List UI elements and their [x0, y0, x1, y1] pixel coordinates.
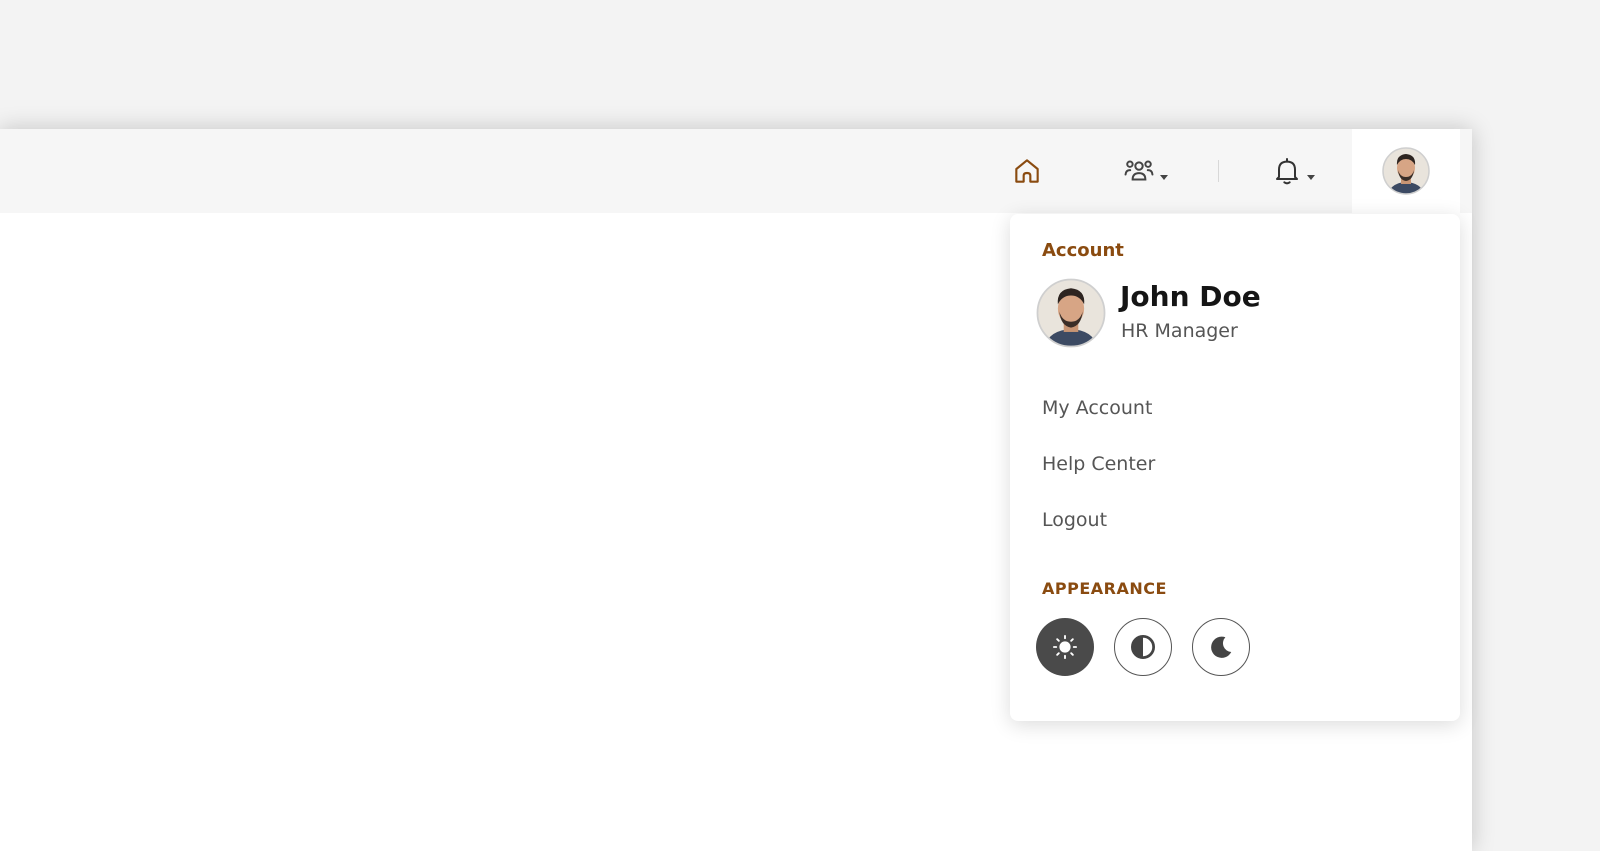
nav-divider	[1218, 160, 1219, 182]
user-name: John Doe	[1120, 280, 1261, 313]
user-avatar	[1382, 147, 1430, 195]
account-dropdown: Account John Doe HR Manager My Account H…	[1010, 214, 1460, 721]
home-button[interactable]	[1005, 129, 1049, 213]
team-menu-button[interactable]	[1112, 129, 1178, 213]
bell-icon	[1276, 158, 1298, 185]
menu-item-my-account[interactable]: My Account	[1042, 397, 1152, 419]
notifications-button[interactable]	[1262, 129, 1324, 213]
user-role: HR Manager	[1121, 320, 1238, 342]
account-section-title: Account	[1042, 240, 1124, 261]
chevron-down-icon	[1307, 174, 1315, 180]
sun-icon	[1052, 634, 1078, 660]
chevron-down-icon	[1160, 174, 1168, 180]
profile-avatar	[1036, 278, 1106, 348]
theme-light-button[interactable]	[1036, 618, 1094, 676]
menu-item-help-center[interactable]: Help Center	[1042, 453, 1155, 475]
top-navbar	[0, 129, 1472, 213]
home-icon	[1015, 159, 1039, 183]
theme-contrast-button[interactable]	[1114, 618, 1172, 676]
theme-dark-button[interactable]	[1192, 618, 1250, 676]
avatar-button[interactable]	[1352, 129, 1460, 213]
contrast-icon	[1131, 635, 1155, 659]
user-avatar	[1036, 278, 1106, 348]
team-icon	[1124, 160, 1154, 181]
appearance-section-title: APPEARANCE	[1042, 579, 1167, 598]
moon-icon	[1211, 636, 1232, 658]
menu-item-logout[interactable]: Logout	[1042, 509, 1107, 531]
